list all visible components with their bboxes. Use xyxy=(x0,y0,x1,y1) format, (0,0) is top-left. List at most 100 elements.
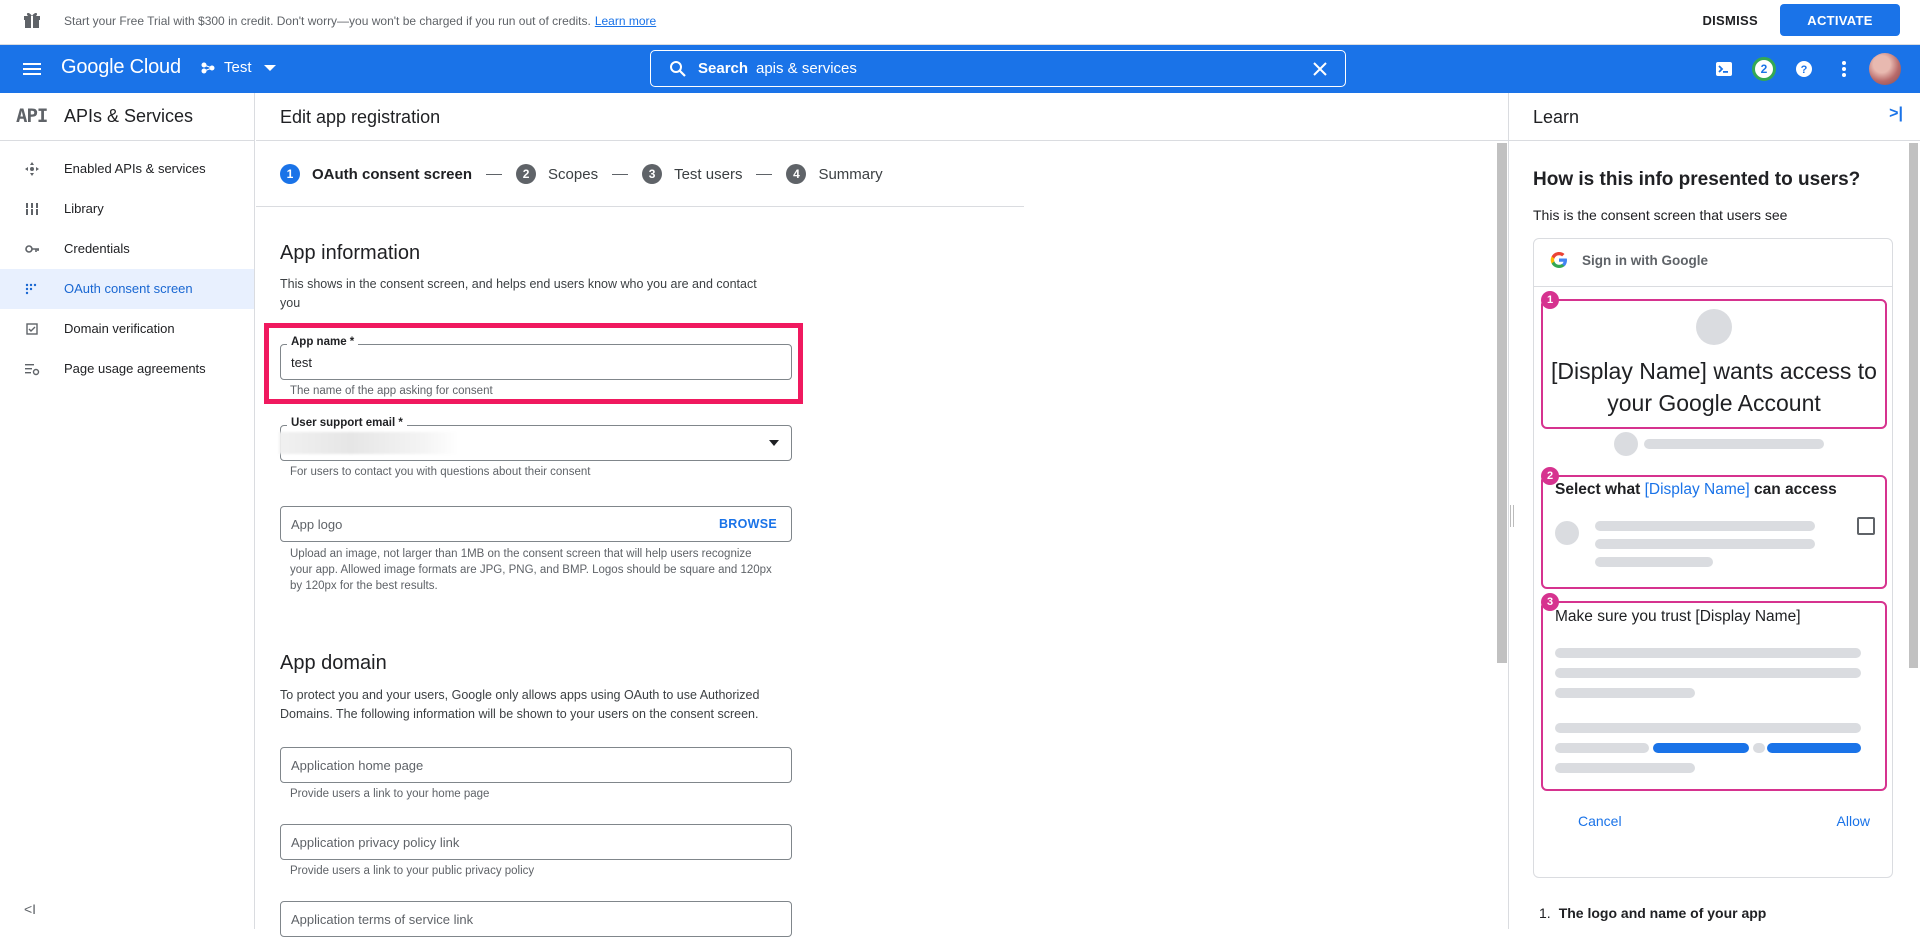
close-panel-icon[interactable]: >| xyxy=(1889,105,1903,123)
terms-link-placeholder xyxy=(1767,743,1861,753)
step-label: Test users xyxy=(674,165,743,183)
sidebar-item-label: Library xyxy=(64,201,104,216)
sidebar-title: APIs & Services xyxy=(64,106,194,126)
callout-number-3: 3 xyxy=(1541,593,1559,611)
activate-button[interactable]: ACTIVATE xyxy=(1780,4,1900,36)
consent-box-2: Select what [Display Name] can access xyxy=(1541,475,1887,589)
step-label: OAuth consent screen xyxy=(312,165,473,183)
sidebar-header: API APIs & Services xyxy=(0,93,254,141)
hamburger-menu-icon[interactable] xyxy=(20,57,44,81)
search-label: Search xyxy=(698,60,749,77)
app-name-hint: The name of the app asking for consent xyxy=(290,385,493,397)
key-icon xyxy=(25,245,39,253)
trust-line-placeholder xyxy=(1555,668,1861,678)
app-logo-placeholder: App logo xyxy=(291,517,343,532)
dismiss-button[interactable]: DISMISS xyxy=(1702,13,1758,28)
app-name-field[interactable]: App name * test xyxy=(280,336,792,380)
preview-cancel-button: Cancel xyxy=(1578,813,1622,829)
settings-list-icon xyxy=(25,364,40,376)
application-home-page-hint: Provide users a link to your home page xyxy=(290,788,490,800)
learn-panel: Learn >| How is this info presented to u… xyxy=(1508,93,1920,929)
search-icon xyxy=(670,61,686,77)
sidebar-item-label: OAuth consent screen xyxy=(64,281,193,296)
sidebar-item-enabled-apis[interactable]: Enabled APIs & services xyxy=(0,149,254,189)
scope-line-placeholder xyxy=(1595,557,1713,567)
wants-access-text: [Display Name] wants access to your Goog… xyxy=(1551,358,1877,416)
scope-line-placeholder xyxy=(1595,521,1815,531)
sidebar-item-label: Page usage agreements xyxy=(64,361,206,376)
app-name-input[interactable]: test xyxy=(291,355,312,370)
main-scrollbar[interactable] xyxy=(1497,143,1507,663)
app-domain-heading: App domain xyxy=(280,652,387,674)
account-line-placeholder xyxy=(1644,439,1824,449)
callout-number-1: 1 xyxy=(1541,291,1559,309)
consent-box-1: [Display Name] wants access to your Goog… xyxy=(1541,299,1887,429)
left-sidebar: API APIs & Services Enabled APIs & servi… xyxy=(0,93,255,929)
app-logo-field[interactable]: App logo BROWSE xyxy=(280,506,792,542)
user-support-email-select[interactable]: User support email * xyxy=(279,417,792,461)
step-number: 1 xyxy=(280,164,300,184)
learn-scrollbar[interactable] xyxy=(1909,143,1918,668)
stepper-divider xyxy=(256,206,1024,207)
sidebar-item-credentials[interactable]: Credentials xyxy=(0,229,254,269)
trust-line-placeholder xyxy=(1555,723,1861,733)
terms-of-service-link-field[interactable]: Application terms of service link xyxy=(280,901,792,937)
step-test-users[interactable]: 3 Test users xyxy=(642,164,742,184)
step-oauth-consent[interactable]: 1 OAuth consent screen xyxy=(280,164,472,184)
search-input[interactable]: apis & services xyxy=(756,60,857,77)
learn-subtitle: This is the consent screen that users se… xyxy=(1533,207,1788,223)
diamond-arrows-icon xyxy=(25,162,39,176)
sidebar-item-domain-verification[interactable]: Domain verification xyxy=(0,309,254,349)
project-selector[interactable]: Test xyxy=(200,59,276,76)
help-icon[interactable]: ? xyxy=(1792,57,1816,81)
step-divider xyxy=(486,173,503,175)
learn-more-link[interactable]: Learn more xyxy=(595,14,656,28)
close-icon[interactable] xyxy=(1311,60,1329,78)
step-label: Summary xyxy=(818,165,883,183)
sidebar-item-library[interactable]: Library xyxy=(0,189,254,229)
account-avatar-placeholder xyxy=(1614,432,1638,456)
main-header: Edit app registration xyxy=(256,93,1508,141)
trust-line-placeholder xyxy=(1555,763,1695,773)
policy-link-placeholder xyxy=(1653,743,1749,753)
browse-button[interactable]: BROWSE xyxy=(719,517,777,531)
sidebar-item-label: Credentials xyxy=(64,241,130,256)
top-navigation-bar: Google Cloud Test Search apis & services… xyxy=(0,45,1920,93)
collapse-sidebar-icon[interactable]: <I xyxy=(24,901,36,917)
sidebar-item-oauth-consent-screen[interactable]: OAuth consent screen xyxy=(0,269,254,309)
privacy-policy-link-field[interactable]: Application privacy policy link xyxy=(280,824,792,860)
app-information-description: This shows in the consent screen, and he… xyxy=(280,277,757,310)
app-domain-description: To protect you and your users, Google on… xyxy=(280,688,760,721)
scope-icon-placeholder xyxy=(1555,521,1579,545)
learn-question: How is this info presented to users? xyxy=(1533,169,1861,190)
sidebar-item-page-usage-agreements[interactable]: Page usage agreements xyxy=(0,349,254,389)
step-scopes[interactable]: 2 Scopes xyxy=(516,164,598,184)
consent-dots-icon xyxy=(25,283,37,295)
google-g-icon xyxy=(1550,252,1567,268)
trust-line-placeholder xyxy=(1555,648,1861,658)
chevron-down-icon xyxy=(263,64,276,71)
app-name-label: App name * xyxy=(287,336,359,348)
step-divider xyxy=(612,173,629,175)
notifications-badge[interactable]: 2 xyxy=(1752,57,1776,81)
learn-list-item: 1. The logo and name of your app xyxy=(1539,905,1767,921)
callout-number-2: 2 xyxy=(1541,467,1559,485)
terms-of-service-placeholder: Application terms of service link xyxy=(291,912,474,927)
scope-checkbox xyxy=(1857,517,1875,535)
more-vert-icon[interactable] xyxy=(1832,57,1856,81)
google-cloud-logo[interactable]: Google Cloud xyxy=(61,56,181,79)
search-bar[interactable]: Search apis & services xyxy=(650,50,1346,87)
page-title: Edit app registration xyxy=(280,107,441,127)
select-access-text: Select what [Display Name] can access xyxy=(1555,481,1837,498)
avatar[interactable] xyxy=(1869,53,1901,85)
privacy-policy-hint: Provide users a link to your public priv… xyxy=(290,865,535,877)
signin-label: Sign in with Google xyxy=(1582,252,1708,268)
banner-text: Start your Free Trial with $300 in credi… xyxy=(64,14,657,28)
step-summary[interactable]: 4 Summary xyxy=(786,164,883,184)
trust-text: Make sure you trust [Display Name] xyxy=(1555,608,1801,625)
preview-allow-button: Allow xyxy=(1836,813,1870,829)
cloud-shell-icon[interactable] xyxy=(1712,57,1736,81)
free-trial-banner: Start your Free Trial with $300 in credi… xyxy=(0,0,1920,45)
sidebar-item-label: Enabled APIs & services xyxy=(64,161,206,176)
application-home-page-field[interactable]: Application home page xyxy=(280,747,792,783)
